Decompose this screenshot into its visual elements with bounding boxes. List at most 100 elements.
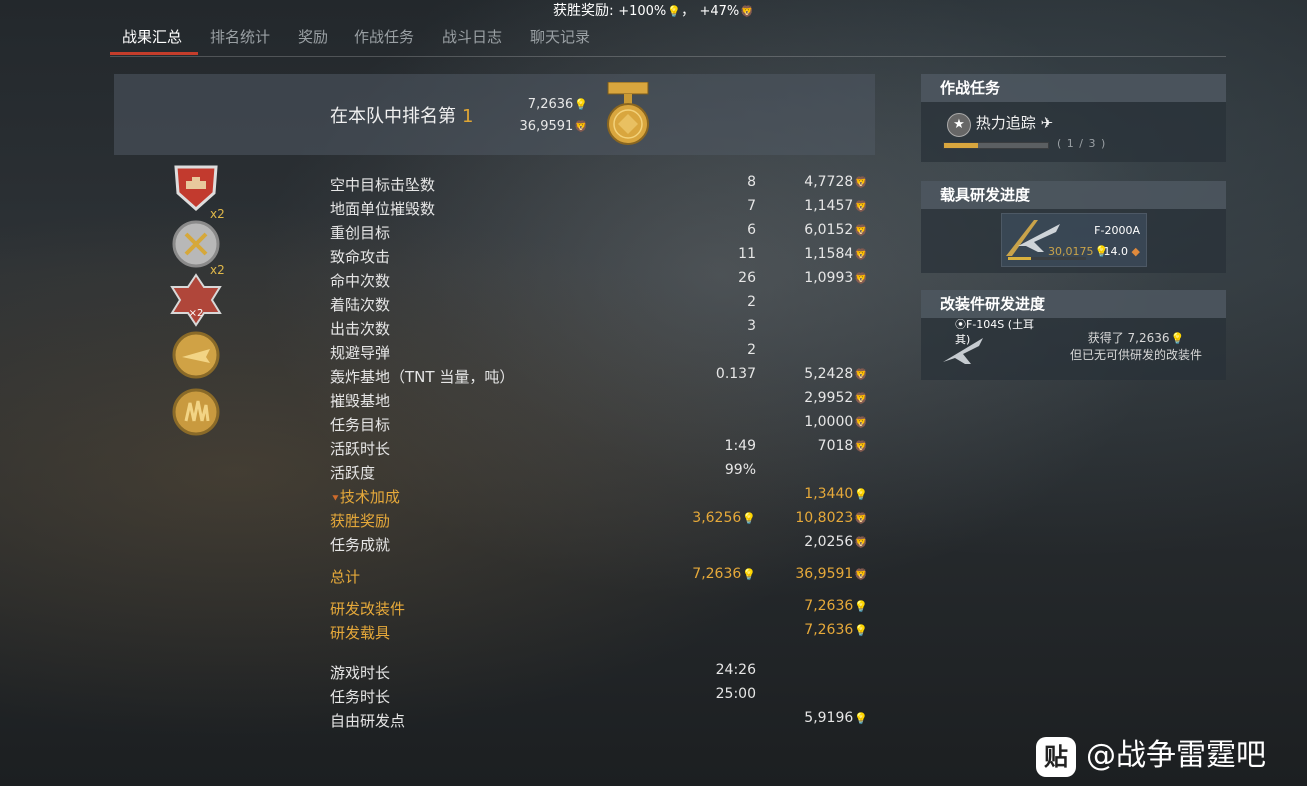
tech-bonus-label: 技术加成 xyxy=(339,488,400,506)
silver-lions-icon: 🦁 xyxy=(854,272,868,285)
vehicle-progress-bar xyxy=(1008,257,1086,260)
rank-sl: 36,9591 xyxy=(519,119,574,134)
stat-label: 轰炸基地（TNT 当量，吨） xyxy=(330,368,515,386)
mission-achievement-row: 任务成就 2,0256🦁 xyxy=(330,534,870,558)
vehicle-name: F-2000A xyxy=(1094,224,1140,237)
free-rp-value: 5,9196💡 xyxy=(804,710,868,726)
stat-count: 2 xyxy=(747,342,756,358)
side-vehicle-title: 载具研发进度 xyxy=(921,181,1226,209)
tab-bar: 战果汇总 排名统计 奖励 作战任务 战斗日志 聊天记录 xyxy=(110,22,1226,57)
stat-label: 命中次数 xyxy=(330,272,391,290)
aircraft-icon: ✈ xyxy=(1040,114,1054,132)
stat-label: 任务目标 xyxy=(330,416,391,434)
stat-label: 出击次数 xyxy=(330,320,391,338)
free-rp-label: 自由研发点 xyxy=(330,712,406,730)
stat-count: 0.137 xyxy=(715,366,756,382)
active-tab-indicator xyxy=(110,52,198,55)
table-row: 轰炸基地（TNT 当量，吨） 0.137 5,2428🦁 xyxy=(330,366,870,390)
vehicle-card[interactable]: F-2000A 30,0175💡 14.0 ◆ xyxy=(1001,213,1147,267)
side-vehicle-panel: 载具研发进度 F-2000A 30,0175💡 14.0 ◆ xyxy=(921,181,1226,273)
team-rank-text: 在本队中排名第 1 xyxy=(330,102,473,128)
stat-count: 26 xyxy=(738,270,756,286)
free-rp-icon: 💡 xyxy=(854,712,868,725)
gold-aircraft-medal-icon[interactable] xyxy=(168,329,224,381)
table-row: 致命攻击 11 1,1584🦁 xyxy=(330,246,870,270)
tank-destroyer-shield-icon[interactable] xyxy=(168,163,224,213)
table-row: 摧毁基地 2,9952🦁 xyxy=(330,390,870,414)
tab-battle-log[interactable]: 战斗日志 xyxy=(442,26,502,47)
stat-count: 6 xyxy=(747,222,756,238)
mission-progress-text: ( 1 / 3 ) xyxy=(1057,137,1107,150)
table-row: 活跃度 99% xyxy=(330,462,870,486)
silver-lions-icon: 🦁 xyxy=(854,368,868,381)
rp-icon: 💡 xyxy=(854,488,868,501)
rp-icon: 💡 xyxy=(1170,332,1185,345)
game-time-label: 游戏时长 xyxy=(330,664,391,682)
tieba-watermark: 贴 @战争雷霆吧 xyxy=(1036,730,1266,777)
rank-label: 在本队中排名第 xyxy=(330,106,456,127)
silver-lions-icon: 🦁 xyxy=(854,200,868,213)
watermark-text: @战争雷霆吧 xyxy=(1086,738,1266,773)
stat-sl: 7018🦁 xyxy=(817,438,868,454)
rank-position: 1 xyxy=(462,106,474,127)
silver-lions-icon: 🦁 xyxy=(574,120,588,133)
stat-count: 2 xyxy=(747,294,756,310)
first-place-medal-icon xyxy=(607,82,649,145)
award-multiplier: x2 xyxy=(210,207,225,221)
stat-sl: 1,1584🦁 xyxy=(804,246,868,262)
table-row: 活跃时长 1:49 7018🦁 xyxy=(330,438,870,462)
mod-vehicle-name: ⦿F-104S (土耳其) xyxy=(955,318,1035,346)
vehicle-br: 14.0 ◆ xyxy=(1103,245,1140,258)
banner-sep: ， xyxy=(680,3,695,19)
silver-lions-icon: 🦁 xyxy=(854,440,868,453)
stat-count: 1:49 xyxy=(724,438,756,454)
rp-icon: 💡 xyxy=(742,568,756,581)
stat-count: 3 xyxy=(747,318,756,334)
tech-bonus-row: ⯆技术加成 1,3440💡 xyxy=(330,486,870,510)
win-reward-row: 获胜奖励 3,6256💡 10,8023🦁 xyxy=(330,510,870,534)
mission-time-value: 25:00 xyxy=(715,686,756,702)
mission-achievement-label: 任务成就 xyxy=(330,536,391,554)
table-row: 命中次数 26 1,0993🦁 xyxy=(330,270,870,294)
stat-sl: 1,1457🦁 xyxy=(804,198,868,214)
mission-item[interactable]: ★ 热力追踪 ✈ xyxy=(947,112,1053,137)
game-time-row: 游戏时长 24:26 xyxy=(330,662,870,686)
research-vehicle-label: 研发载具 xyxy=(330,624,391,642)
game-time-value: 24:26 xyxy=(715,662,756,678)
tab-rewards[interactable]: 奖励 xyxy=(298,26,328,47)
silver-lions-icon: 🦁 xyxy=(854,224,868,237)
stat-sl: 5,2428🦁 xyxy=(804,366,868,382)
stat-label: 空中目标击坠数 xyxy=(330,176,436,194)
research-mods-row: 研发改装件 7,2636💡 xyxy=(330,598,870,622)
rp-icon: 💡 xyxy=(742,512,756,525)
gold-wings-medal-icon[interactable] xyxy=(168,385,224,439)
artillery-cross-medal-icon[interactable]: ×2 xyxy=(168,273,224,327)
mod-note: 但已无可供研发的改装件 xyxy=(1069,348,1202,362)
stat-count: 99% xyxy=(724,462,756,478)
silver-lions-icon: 🦁 xyxy=(854,392,868,405)
win-reward-sl: 10,8023🦁 xyxy=(795,510,868,526)
win-reward-rp: 3,6256💡 xyxy=(692,510,756,526)
mission-time-label: 任务时长 xyxy=(330,688,391,706)
tab-missions[interactable]: 作战任务 xyxy=(354,26,414,47)
stat-sl: 6,0152🦁 xyxy=(804,222,868,238)
side-missions-title: 作战任务 xyxy=(921,74,1226,102)
tab-ranking-stats[interactable]: 排名统计 xyxy=(210,26,270,47)
tech-bonus-icon: ⯆ xyxy=(331,492,340,505)
side-missions-panel: 作战任务 ★ 热力追踪 ✈ ( 1 / 3 ) xyxy=(921,74,1226,162)
target-icon: ⦿ xyxy=(955,318,966,331)
rp-icon: 💡 xyxy=(854,600,868,613)
stat-sl: 2,9952🦁 xyxy=(804,390,868,406)
stat-label: 活跃时长 xyxy=(330,440,391,458)
silver-lions-icon: 🦁 xyxy=(854,176,868,189)
stat-label: 地面单位摧毁数 xyxy=(330,200,436,218)
tab-battle-summary[interactable]: 战果汇总 xyxy=(122,26,182,47)
table-row: 着陆次数 2 xyxy=(330,294,870,318)
crossed-swords-medal-icon[interactable] xyxy=(168,219,224,269)
tab-chat-log[interactable]: 聊天记录 xyxy=(530,26,590,47)
stat-label: 重创目标 xyxy=(330,224,391,242)
table-row: 规避导弹 2 xyxy=(330,342,870,366)
table-row: 重创目标 6 6,0152🦁 xyxy=(330,222,870,246)
stat-sl: 4,7728🦁 xyxy=(804,174,868,190)
research-mods-label: 研发改装件 xyxy=(330,600,406,618)
